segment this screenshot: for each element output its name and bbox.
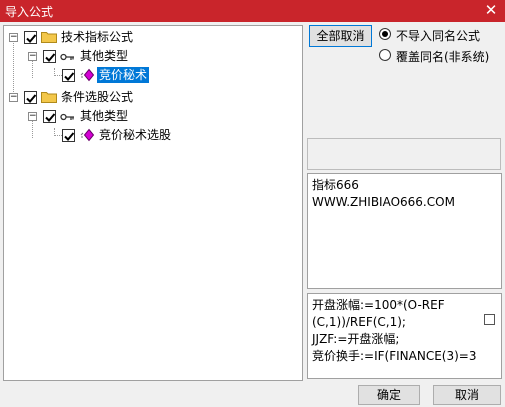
tree-node-label: 其他类型 xyxy=(80,49,129,63)
formula-info-box: 指标666 WWW.ZHIBIAO666.COM xyxy=(307,173,502,289)
tree-node-label: 竞价秘术 xyxy=(97,67,150,83)
tree-node-label: 条件选股公式 xyxy=(61,90,134,104)
key-icon xyxy=(60,51,76,63)
collapse-toggle[interactable]: − xyxy=(28,112,37,121)
title-bar: 导入公式 ✕ xyxy=(0,0,505,22)
collapse-toggle[interactable]: − xyxy=(9,93,18,102)
tree-node-other-types-2[interactable]: − 其他类型 xyxy=(4,108,294,126)
radio-no-import[interactable] xyxy=(379,28,391,40)
formula-line: JJZF:=开盘涨幅; xyxy=(312,332,400,346)
folder-icon xyxy=(41,30,57,43)
collapse-toggle[interactable]: − xyxy=(28,52,37,61)
formula-gem-icon xyxy=(79,68,95,82)
radio-overwrite[interactable] xyxy=(379,49,391,61)
radio-overwrite-label[interactable]: 覆盖同名(非系统) xyxy=(396,48,489,65)
tree-node-label: 其他类型 xyxy=(80,109,129,123)
formula-line: 竞价换手:=IF(FINANCE(3)=3 xyxy=(312,349,477,363)
collapse-toggle[interactable]: − xyxy=(9,33,18,42)
radio-no-import-label[interactable]: 不导入同名公式 xyxy=(396,27,480,44)
close-icon[interactable]: ✕ xyxy=(483,1,499,19)
tree-checkbox[interactable] xyxy=(43,50,56,63)
cancel-button[interactable]: 取消 xyxy=(433,385,501,405)
tree-checkbox[interactable] xyxy=(24,31,37,44)
folder-icon xyxy=(41,90,57,103)
tree-checkbox[interactable] xyxy=(62,129,75,142)
tree-node-jingjia-mishu-xuangu[interactable]: 竞价秘术选股 xyxy=(4,127,294,145)
tree-checkbox[interactable] xyxy=(43,110,56,123)
ok-button[interactable]: 确定 xyxy=(358,385,420,405)
tree-checkbox[interactable] xyxy=(24,91,37,104)
import-formula-dialog: − 技术指标公式 − 其他类型 竞价秘术 − 条件选股公式 − 其他类型 竞价秘… xyxy=(0,22,505,407)
key-icon xyxy=(60,111,76,123)
formula-preview-box[interactable]: 开盘涨幅:=100*(O-REF (C,1))/REF(C,1); JJZF:=… xyxy=(307,293,502,379)
formula-gem-icon xyxy=(79,128,95,142)
tree-node-label: 竞价秘术选股 xyxy=(99,128,172,142)
tree-node-jingjia-mishu[interactable]: 竞价秘术 xyxy=(4,67,294,85)
preview-checkbox[interactable] xyxy=(484,314,495,325)
tree-node-tech-indicators[interactable]: − 技术指标公式 xyxy=(4,29,294,47)
window-title: 导入公式 xyxy=(5,5,54,19)
tree-node-label: 技术指标公式 xyxy=(61,30,134,44)
blank-panel xyxy=(307,138,501,170)
tree-checkbox[interactable] xyxy=(62,69,75,82)
formula-line: 开盘涨幅:=100*(O-REF xyxy=(312,298,445,312)
info-line: WWW.ZHIBIAO666.COM xyxy=(312,195,455,209)
formula-tree[interactable]: − 技术指标公式 − 其他类型 竞价秘术 − 条件选股公式 − 其他类型 竞价秘… xyxy=(3,25,303,381)
info-line: 指标666 xyxy=(312,178,359,192)
formula-line: (C,1))/REF(C,1); xyxy=(312,315,406,329)
tree-node-stock-selection[interactable]: − 条件选股公式 xyxy=(4,89,294,107)
deselect-all-button[interactable]: 全部取消 xyxy=(309,25,372,47)
tree-node-other-types[interactable]: − 其他类型 xyxy=(4,48,294,66)
